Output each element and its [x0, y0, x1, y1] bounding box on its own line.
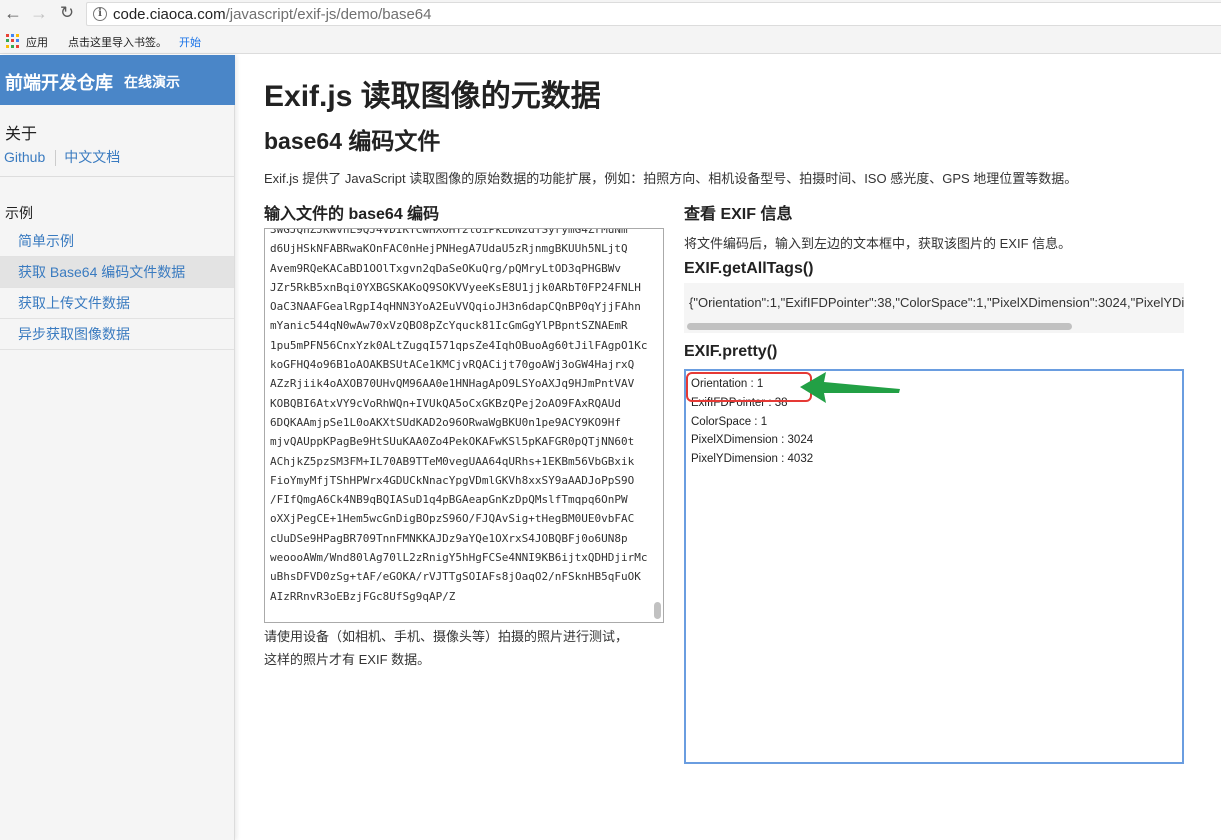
pretty-separator: : — [777, 453, 788, 466]
examples-nav: 简单示例 获取 Base64 编码文件数据 获取上传文件数据 异步获取图像数据 — [0, 226, 234, 350]
chinese-docs-link[interactable]: 中文文档 — [64, 149, 120, 165]
base64-line: KOBQBI6AtxVY9cVoRhWQn+IVUkQA5oCxGKBzQPej… — [270, 396, 621, 410]
usage-note-line: 这样的照片才有 EXIF 数据。 — [264, 652, 431, 667]
apps-grid-dot — [11, 44, 14, 48]
getalltags-output: {"Orientation":1,"ExifIFDPointer":38,"Co… — [684, 283, 1184, 333]
pretty-separator: : — [777, 434, 788, 447]
about-links: Github 中文文档 — [4, 147, 120, 167]
base64-line: JZr5RkB5xnBqi0YXBGSKAKoQ9SOKVVyeeKsE8U1j… — [270, 280, 641, 294]
info-icon[interactable]: i — [93, 7, 107, 21]
pretty-key: PixelXDimension — [691, 434, 778, 447]
page-subtitle: base64 编码文件 — [264, 128, 441, 154]
base64-textarea[interactable]: 3WGJQhZJKWvnL9QJ4VDIKTCwHXOHY2lUiPkLDN2d… — [264, 228, 664, 623]
pretty-row: ColorSpace : 1 — [691, 416, 767, 428]
exif-section-desc: 将文件编码后，输入到左边的文本框中，获取该图片的 EXIF 信息。 — [684, 236, 1072, 251]
sidebar-divider — [0, 176, 235, 177]
base64-line: weoooAWm/Wnd80lAg70lL2zRnigY5hHgFCSe4NNI… — [270, 551, 648, 565]
textarea-scrollbar[interactable] — [654, 602, 661, 619]
base64-line: 6DQKAAmjpSe1L0oAKXtSUdKAD2o96ORwaWgBKU0n… — [270, 415, 621, 429]
base64-line: oXXjPegCE+1Hem5wcGnDigBOpzS96O/FJQAvSig+… — [270, 512, 635, 526]
sidebar: 前端开发仓库 在线演示 关于 Github 中文文档 示例 简单示例 获取 Bas… — [0, 55, 235, 840]
reload-icon[interactable]: ↻ — [56, 2, 78, 24]
examples-heading: 示例 — [5, 205, 33, 221]
base64-line: 3WGJQhZJKWvnL9QJ4VDIKTCwHXOHY2lUiPkLDN2d… — [270, 228, 628, 236]
url-text: code.ciaoca.com/javascript/exif-js/demo/… — [113, 6, 432, 23]
base64-line: AIzRRnvR3oEBzjFGc8UfSg9qAP/Z — [270, 589, 456, 603]
usage-note: 请使用设备（如相机、手机、摄像头等）拍摄的照片进行测试， 这样的照片才有 EXI… — [264, 625, 628, 671]
base64-line: d6UjHSkNFABRwaKOnFAC0nHejPNHegA7UdaU5zRj… — [270, 242, 628, 256]
online-demo-link[interactable]: 在线演示 — [124, 72, 180, 92]
pretty-key: PixelYDimension — [691, 453, 778, 466]
base64-line: uBhsDFVD0zSg+tAF/eGOKA/rVJTTgSOIAFs8jOaq… — [270, 570, 641, 584]
base64-line: /FIfQmgA6Ck4NB9qBQIASuD1q4pBGAeapGnKzDpQ… — [270, 493, 628, 507]
intro-text: Exif.js 提供了 JavaScript 读取图像的原始数据的功能扩展，例如… — [264, 171, 1078, 186]
url-path: /javascript/exif-js/demo/base64 — [225, 6, 432, 23]
bookmark-apps[interactable]: 应用 — [26, 34, 48, 50]
pretty-key: ColorSpace — [691, 415, 752, 428]
bookmark-start-link[interactable]: 开始 — [179, 34, 201, 50]
apps-grid-dot — [16, 39, 19, 43]
pretty-row: PixelXDimension : 3024 — [691, 434, 813, 446]
browser-toolbar: ← → ↻ i code.ciaoca.com/javascript/exif-… — [0, 0, 1221, 28]
base64-line: koGFHQ4o96B1oAOAKBSUtACe1KMCjvRQACijt70g… — [270, 358, 635, 372]
bookmarks-bar: 应用 点击这里导入书签。 开始 — [0, 28, 1221, 54]
site-brand[interactable]: 前端开发仓库 — [5, 69, 113, 95]
apps-grid-icon[interactable] — [6, 34, 20, 48]
address-bar[interactable]: i code.ciaoca.com/javascript/exif-js/dem… — [86, 2, 1221, 26]
base64-line: 1pu5mPFN56CnxYzk0ALtZugqI571qpsZe4IqhOBu… — [270, 338, 648, 352]
about-heading: 关于 — [5, 126, 38, 143]
nav-item-upload-example[interactable]: 获取上传文件数据 — [0, 288, 234, 319]
base64-line: AZzRjiik4oAXOB70UHvQM96AA0e1HNHagApO9LSY… — [270, 377, 635, 391]
url-domain: code.ciaoca.com — [113, 6, 226, 23]
apps-grid-dot — [6, 44, 9, 48]
apps-grid-dot — [6, 34, 9, 37]
usage-note-line: 请使用设备（如相机、手机、摄像头等）拍摄的照片进行测试， — [264, 629, 629, 644]
orientation-highlight-box — [686, 372, 812, 402]
nav-item-simple-example[interactable]: 简单示例 — [0, 226, 234, 257]
pretty-separator: : — [751, 415, 761, 428]
github-link[interactable]: Github — [4, 149, 45, 165]
green-arrow-icon — [800, 372, 900, 403]
page-title: Exif.js 读取图像的元数据 — [264, 80, 601, 113]
apps-grid-dot — [6, 39, 9, 43]
pretty-value: 4032 — [787, 453, 814, 466]
base64-line: AChjkZ5pzSM3FM+IL70AB9TTeM0vegUAA64qURhs… — [270, 454, 635, 468]
pretty-title: EXIF.pretty() — [684, 343, 778, 360]
sidebar-header: 前端开发仓库 在线演示 — [0, 55, 235, 105]
forward-arrow-icon[interactable]: → — [28, 2, 50, 24]
base64-content: 3WGJQhZJKWvnL9QJ4VDIKTCwHXOHY2lUiPkLDN2d… — [270, 228, 648, 606]
getalltags-scrollbar[interactable] — [687, 323, 1072, 330]
nav-item-base64-example[interactable]: 获取 Base64 编码文件数据 — [0, 257, 234, 288]
back-arrow-icon[interactable]: ← — [2, 2, 24, 24]
bookmark-import-link[interactable]: 点击这里导入书签。 — [68, 34, 167, 50]
pretty-output[interactable]: Orientation : 1 ExifIFDPointer : 38 ColorS… — [684, 369, 1184, 764]
pretty-value: 3024 — [787, 434, 814, 447]
base64-line: cUuDSe9HPagBR709TnnFMNKKAJDz9aYQe1OXrxS4… — [270, 531, 628, 545]
base64-line: FioYmyMfjTShHPWrx4GDUCkNnacYpgVDmlGKVh8x… — [270, 473, 635, 487]
apps-grid-dot — [16, 34, 19, 37]
apps-grid-dot — [11, 34, 14, 37]
getalltags-title: EXIF.getAllTags() — [684, 260, 814, 277]
base64-line: Avem9RQeKACaBD1OOlTxgvn2qDaSeOKuQrg/pQMr… — [270, 261, 621, 275]
getalltags-value: {"Orientation":1,"ExifIFDPointer":38,"Co… — [689, 295, 1184, 310]
link-divider — [55, 150, 57, 167]
base64-line: mjvQAUppKPagBe9HtSUuKAA0Zo4PekOKAFwKSl5p… — [270, 435, 635, 449]
input-section-title: 输入文件的 base64 编码 — [264, 206, 440, 223]
pretty-row: PixelYDimension : 4032 — [691, 453, 813, 465]
base64-line: OaC3NAAFGealRgpI4qHNN3YoA2EuVVQqioJH3n6d… — [270, 300, 641, 314]
nav-item-async-example[interactable]: 异步获取图像数据 — [0, 319, 234, 350]
apps-grid-dot — [11, 39, 14, 43]
pretty-value: 1 — [760, 415, 768, 428]
exif-section-title: 查看 EXIF 信息 — [684, 206, 793, 223]
apps-grid-dot — [16, 44, 19, 48]
base64-line: mYanic544qN0wAw70xVzQBO8pZcYquck81IcGmGg… — [270, 319, 628, 333]
